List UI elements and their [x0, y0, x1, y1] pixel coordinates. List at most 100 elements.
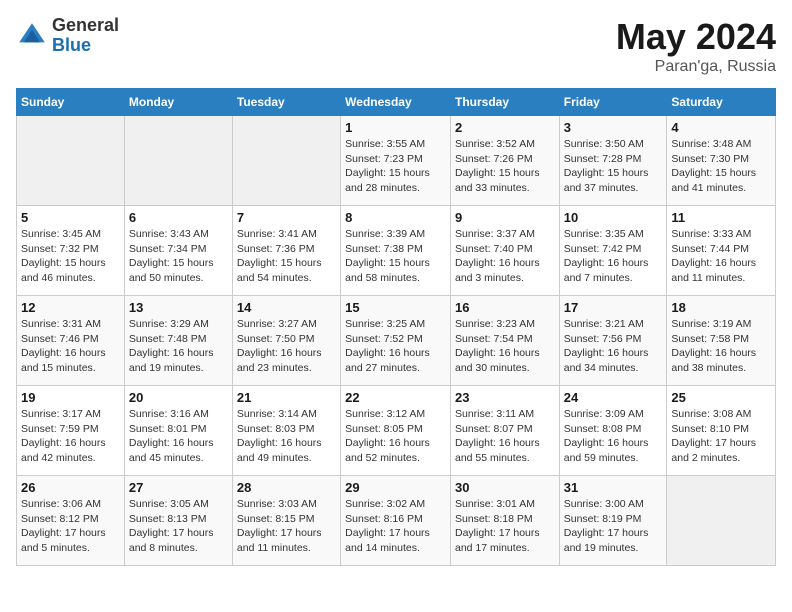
day-info: Sunrise: 3:48 AM Sunset: 7:30 PM Dayligh…	[671, 137, 771, 196]
calendar-week-1: 1 Sunrise: 3:55 AM Sunset: 7:23 PM Daylig…	[17, 116, 776, 206]
day-info: Sunrise: 3:08 AM Sunset: 8:10 PM Dayligh…	[671, 407, 771, 466]
day-info: Sunrise: 3:29 AM Sunset: 7:48 PM Dayligh…	[129, 317, 228, 376]
calendar-cell: 31Sunrise: 3:00 AM Sunset: 8:19 PM Dayli…	[559, 476, 667, 566]
calendar-title: May 2024	[616, 16, 776, 58]
day-info: Sunrise: 3:31 AM Sunset: 7:46 PM Dayligh…	[21, 317, 120, 376]
day-info: Sunrise: 3:21 AM Sunset: 7:56 PM Dayligh…	[564, 317, 663, 376]
calendar-cell: 9 Sunrise: 3:37 AM Sunset: 7:40 PM Daylig…	[450, 206, 559, 296]
day-number: 24	[564, 390, 663, 405]
day-info: Sunrise: 3:52 AM Sunset: 7:26 PM Dayligh…	[455, 137, 555, 196]
calendar-cell: 8Sunrise: 3:39 AM Sunset: 7:38 PM Daylig…	[341, 206, 451, 296]
logo-general-text: General	[52, 16, 119, 36]
calendar-cell: 22 Sunrise: 3:12 AM Sunset: 8:05 PM Dayli…	[341, 386, 451, 476]
calendar-week-2: 5 Sunrise: 3:45 AM Sunset: 7:32 PM Daylig…	[17, 206, 776, 296]
calendar-cell: 18 Sunrise: 3:19 AM Sunset: 7:58 PM Dayli…	[667, 296, 776, 386]
calendar-cell: 7 Sunrise: 3:41 AM Sunset: 7:36 PM Daylig…	[232, 206, 340, 296]
calendar-location: Paran'ga, Russia	[616, 58, 776, 76]
calendar-cell	[124, 116, 232, 206]
day-number: 6	[129, 210, 228, 225]
calendar-cell: 25Sunrise: 3:08 AM Sunset: 8:10 PM Dayli…	[667, 386, 776, 476]
day-info: Sunrise: 3:23 AM Sunset: 7:54 PM Dayligh…	[455, 317, 555, 376]
calendar-cell: 6 Sunrise: 3:43 AM Sunset: 7:34 PM Daylig…	[124, 206, 232, 296]
day-info: Sunrise: 3:03 AM Sunset: 8:15 PM Dayligh…	[237, 497, 336, 556]
day-info: Sunrise: 3:06 AM Sunset: 8:12 PM Dayligh…	[21, 497, 120, 556]
calendar-week-5: 26 Sunrise: 3:06 AM Sunset: 8:12 PM Dayli…	[17, 476, 776, 566]
day-info: Sunrise: 3:01 AM Sunset: 8:18 PM Dayligh…	[455, 497, 555, 556]
calendar-cell: 24Sunrise: 3:09 AM Sunset: 8:08 PM Dayli…	[559, 386, 667, 476]
day-number: 20	[129, 390, 228, 405]
calendar-cell: 12 Sunrise: 3:31 AM Sunset: 7:46 PM Dayli…	[17, 296, 125, 386]
title-block: May 2024 Paran'ga, Russia	[616, 16, 776, 76]
calendar-cell: 14Sunrise: 3:27 AM Sunset: 7:50 PM Dayli…	[232, 296, 340, 386]
day-number: 1	[345, 120, 446, 135]
day-info: Sunrise: 3:25 AM Sunset: 7:52 PM Dayligh…	[345, 317, 446, 376]
day-number: 2	[455, 120, 555, 135]
logo: General Blue	[16, 16, 119, 56]
logo-blue-text: Blue	[52, 36, 119, 56]
day-number: 19	[21, 390, 120, 405]
day-number: 23	[455, 390, 555, 405]
calendar-table: SundayMondayTuesdayWednesdayThursdayFrid…	[16, 88, 776, 566]
calendar-cell: 20 Sunrise: 3:16 AM Sunset: 8:01 PM Dayli…	[124, 386, 232, 476]
day-number: 12	[21, 300, 120, 315]
calendar-cell: 2 Sunrise: 3:52 AM Sunset: 7:26 PM Daylig…	[450, 116, 559, 206]
day-number: 18	[671, 300, 771, 315]
day-info: Sunrise: 3:19 AM Sunset: 7:58 PM Dayligh…	[671, 317, 771, 376]
header-monday: Monday	[124, 89, 232, 116]
calendar-cell: 16 Sunrise: 3:23 AM Sunset: 7:54 PM Dayli…	[450, 296, 559, 386]
day-number: 22	[345, 390, 446, 405]
day-number: 7	[237, 210, 336, 225]
calendar-cell: 5 Sunrise: 3:45 AM Sunset: 7:32 PM Daylig…	[17, 206, 125, 296]
day-info: Sunrise: 3:17 AM Sunset: 7:59 PM Dayligh…	[21, 407, 120, 466]
day-info: Sunrise: 3:50 AM Sunset: 7:28 PM Dayligh…	[564, 137, 663, 196]
day-info: Sunrise: 3:27 AM Sunset: 7:50 PM Dayligh…	[237, 317, 336, 376]
calendar-cell	[667, 476, 776, 566]
header-wednesday: Wednesday	[341, 89, 451, 116]
calendar-cell: 21Sunrise: 3:14 AM Sunset: 8:03 PM Dayli…	[232, 386, 340, 476]
day-number: 27	[129, 480, 228, 495]
day-number: 28	[237, 480, 336, 495]
day-info: Sunrise: 3:37 AM Sunset: 7:40 PM Dayligh…	[455, 227, 555, 286]
day-number: 10	[564, 210, 663, 225]
calendar-cell: 1 Sunrise: 3:55 AM Sunset: 7:23 PM Daylig…	[341, 116, 451, 206]
day-info: Sunrise: 3:02 AM Sunset: 8:16 PM Dayligh…	[345, 497, 446, 556]
day-info: Sunrise: 3:05 AM Sunset: 8:13 PM Dayligh…	[129, 497, 228, 556]
calendar-cell	[17, 116, 125, 206]
calendar-cell: 29 Sunrise: 3:02 AM Sunset: 8:16 PM Dayli…	[341, 476, 451, 566]
calendar-cell: 3 Sunrise: 3:50 AM Sunset: 7:28 PM Daylig…	[559, 116, 667, 206]
header-sunday: Sunday	[17, 89, 125, 116]
day-number: 8	[345, 210, 446, 225]
day-number: 5	[21, 210, 120, 225]
day-number: 9	[455, 210, 555, 225]
calendar-cell: 17 Sunrise: 3:21 AM Sunset: 7:56 PM Dayli…	[559, 296, 667, 386]
calendar-cell: 30 Sunrise: 3:01 AM Sunset: 8:18 PM Dayli…	[450, 476, 559, 566]
day-info: Sunrise: 3:43 AM Sunset: 7:34 PM Dayligh…	[129, 227, 228, 286]
calendar-cell: 13 Sunrise: 3:29 AM Sunset: 7:48 PM Dayli…	[124, 296, 232, 386]
calendar-cell: 26 Sunrise: 3:06 AM Sunset: 8:12 PM Dayli…	[17, 476, 125, 566]
day-number: 26	[21, 480, 120, 495]
calendar-cell: 11Sunrise: 3:33 AM Sunset: 7:44 PM Dayli…	[667, 206, 776, 296]
day-info: Sunrise: 3:45 AM Sunset: 7:32 PM Dayligh…	[21, 227, 120, 286]
calendar-cell: 15 Sunrise: 3:25 AM Sunset: 7:52 PM Dayli…	[341, 296, 451, 386]
day-number: 4	[671, 120, 771, 135]
calendar-cell: 28 Sunrise: 3:03 AM Sunset: 8:15 PM Dayli…	[232, 476, 340, 566]
day-number: 15	[345, 300, 446, 315]
header-friday: Friday	[559, 89, 667, 116]
day-info: Sunrise: 3:11 AM Sunset: 8:07 PM Dayligh…	[455, 407, 555, 466]
day-number: 29	[345, 480, 446, 495]
day-info: Sunrise: 3:00 AM Sunset: 8:19 PM Dayligh…	[564, 497, 663, 556]
calendar-cell: 10Sunrise: 3:35 AM Sunset: 7:42 PM Dayli…	[559, 206, 667, 296]
day-info: Sunrise: 3:12 AM Sunset: 8:05 PM Dayligh…	[345, 407, 446, 466]
day-info: Sunrise: 3:41 AM Sunset: 7:36 PM Dayligh…	[237, 227, 336, 286]
day-number: 30	[455, 480, 555, 495]
header-thursday: Thursday	[450, 89, 559, 116]
calendar-cell: 23 Sunrise: 3:11 AM Sunset: 8:07 PM Dayli…	[450, 386, 559, 476]
calendar-cell	[232, 116, 340, 206]
day-number: 16	[455, 300, 555, 315]
calendar-cell: 4 Sunrise: 3:48 AM Sunset: 7:30 PM Daylig…	[667, 116, 776, 206]
day-number: 3	[564, 120, 663, 135]
day-number: 17	[564, 300, 663, 315]
day-info: Sunrise: 3:16 AM Sunset: 8:01 PM Dayligh…	[129, 407, 228, 466]
day-number: 13	[129, 300, 228, 315]
day-info: Sunrise: 3:55 AM Sunset: 7:23 PM Dayligh…	[345, 137, 446, 196]
